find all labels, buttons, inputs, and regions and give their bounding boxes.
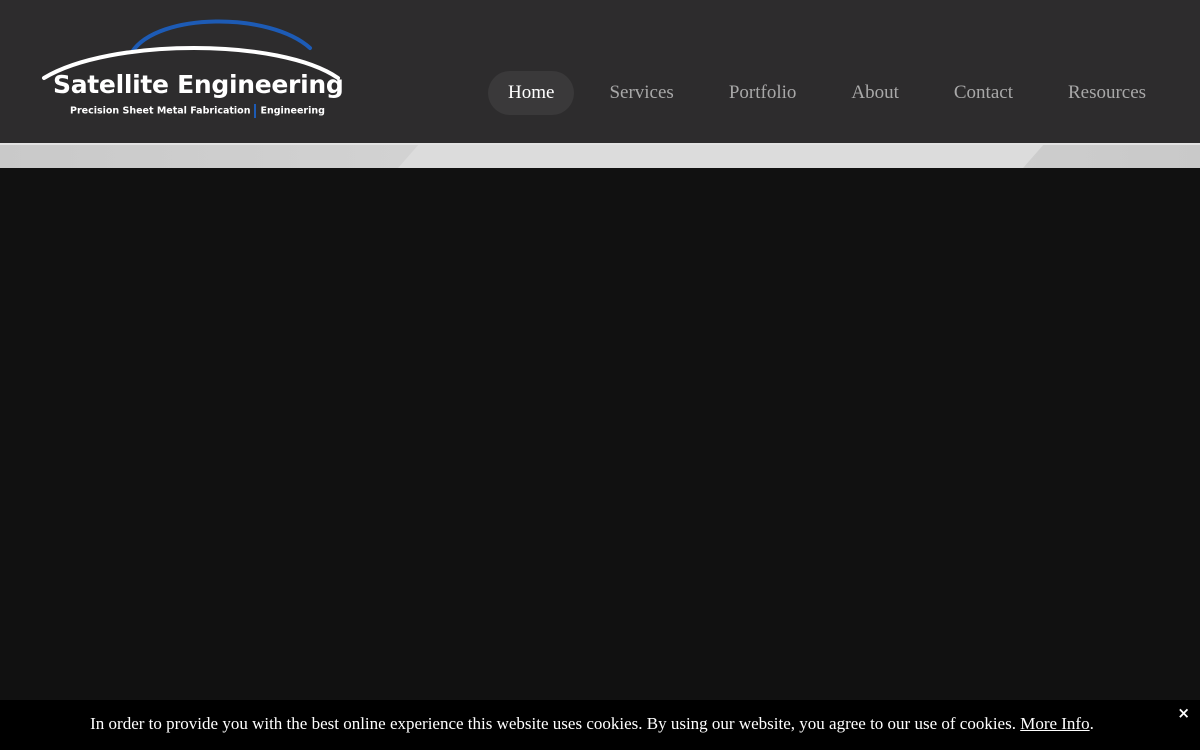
nav-home[interactable]: Home — [488, 71, 575, 115]
cookie-trailing: . — [1089, 714, 1094, 733]
logo-tagline: Precision Sheet Metal Fabrication Enginee… — [70, 104, 325, 118]
logo-title: Satellite Engineering — [53, 70, 344, 99]
site-header: Satellite Engineering Precision Sheet Me… — [0, 0, 1200, 143]
nav-services[interactable]: Services — [589, 71, 693, 115]
nav-resources[interactable]: Resources — [1048, 71, 1166, 115]
main-nav: Home Services Portfolio About Contact Re… — [488, 71, 1166, 115]
logo-tagline-divider — [254, 104, 257, 118]
cookie-banner: In order to provide you with the best on… — [0, 700, 1200, 750]
nav-portfolio[interactable]: Portfolio — [709, 71, 817, 115]
cookie-text: In order to provide you with the best on… — [0, 714, 1184, 734]
cookie-message: In order to provide you with the best on… — [90, 714, 1016, 733]
hero-area — [0, 168, 1200, 700]
decorative-band — [0, 143, 1200, 168]
nav-about[interactable]: About — [831, 71, 919, 115]
nav-contact[interactable]: Contact — [934, 71, 1033, 115]
logo-tagline-left: Precision Sheet Metal Fabrication — [70, 105, 251, 117]
close-icon[interactable]: × — [1177, 705, 1190, 721]
logo-tagline-right: Engineering — [260, 105, 325, 117]
site-logo[interactable]: Satellite Engineering Precision Sheet Me… — [40, 18, 344, 122]
cookie-more-info-link[interactable]: More Info — [1020, 714, 1089, 733]
